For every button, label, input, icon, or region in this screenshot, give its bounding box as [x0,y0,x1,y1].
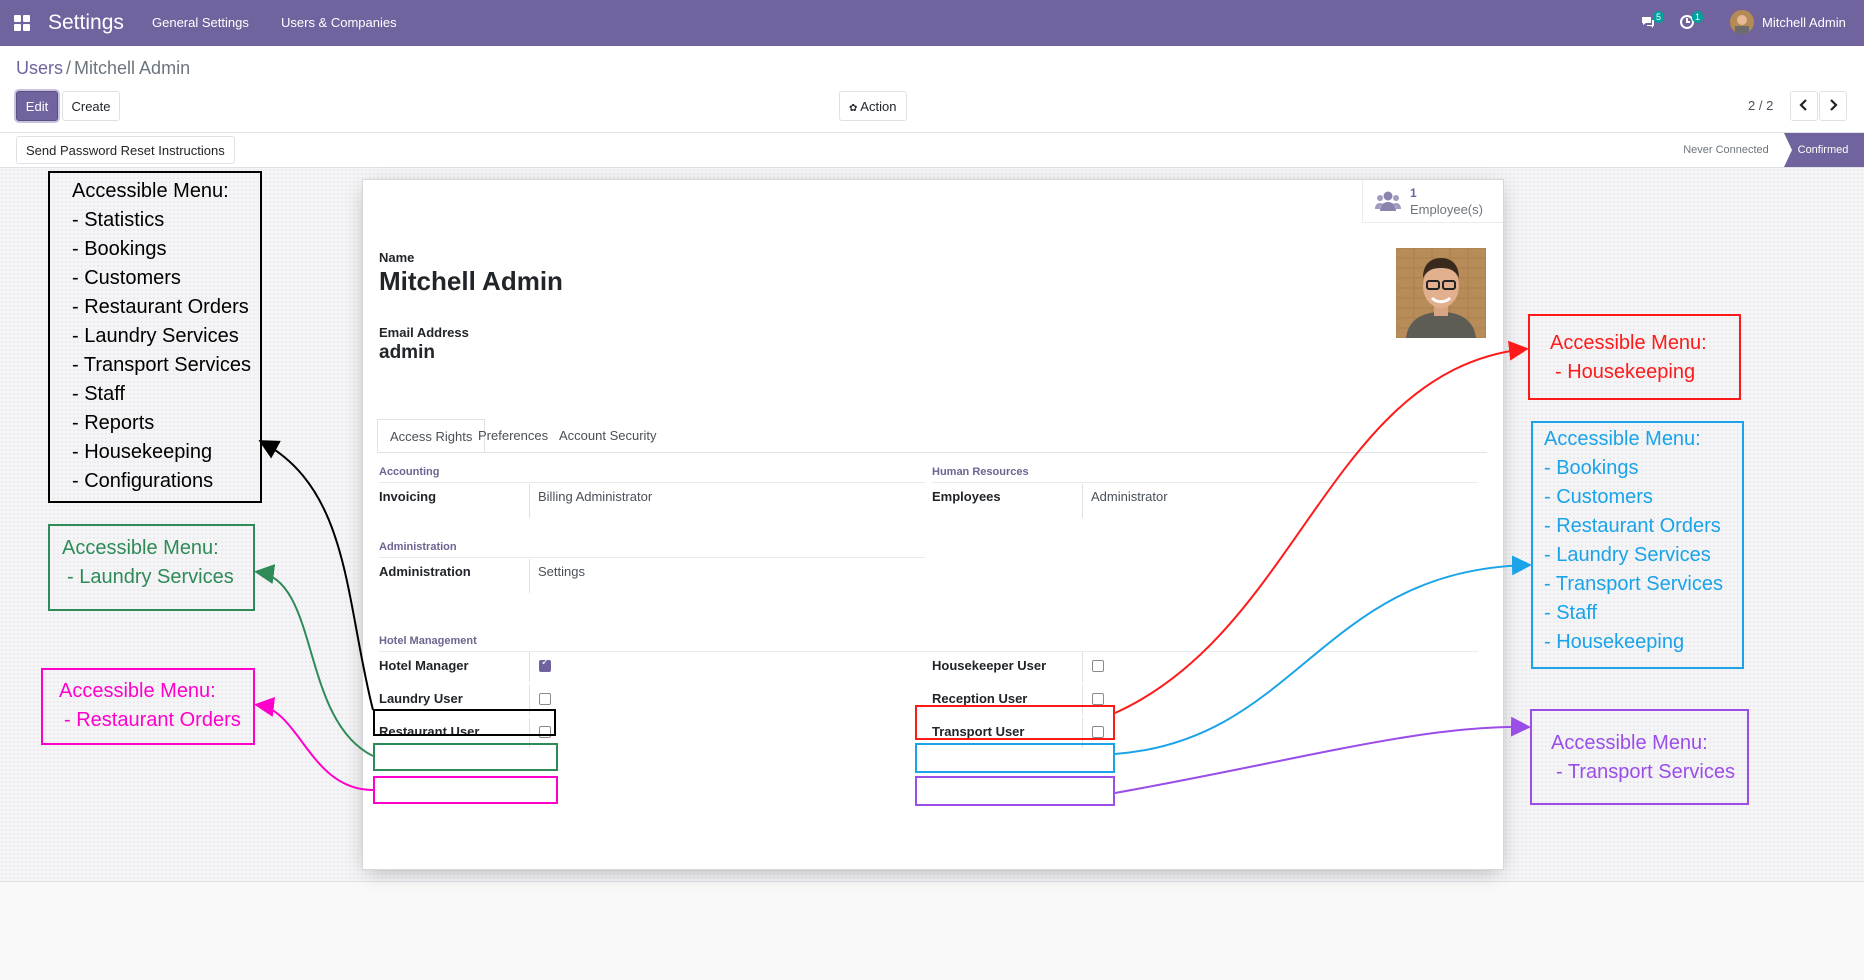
arrow-laundry-user [254,564,374,757]
arrow-reception-user [1114,555,1532,755]
arrow-restaurant-user [254,696,374,791]
annotation-arrows [254,340,1532,794]
arrow-transport-user [1114,716,1531,794]
arrow-housekeeper-user [1114,340,1529,714]
arrow-hotel-manager [258,440,374,711]
